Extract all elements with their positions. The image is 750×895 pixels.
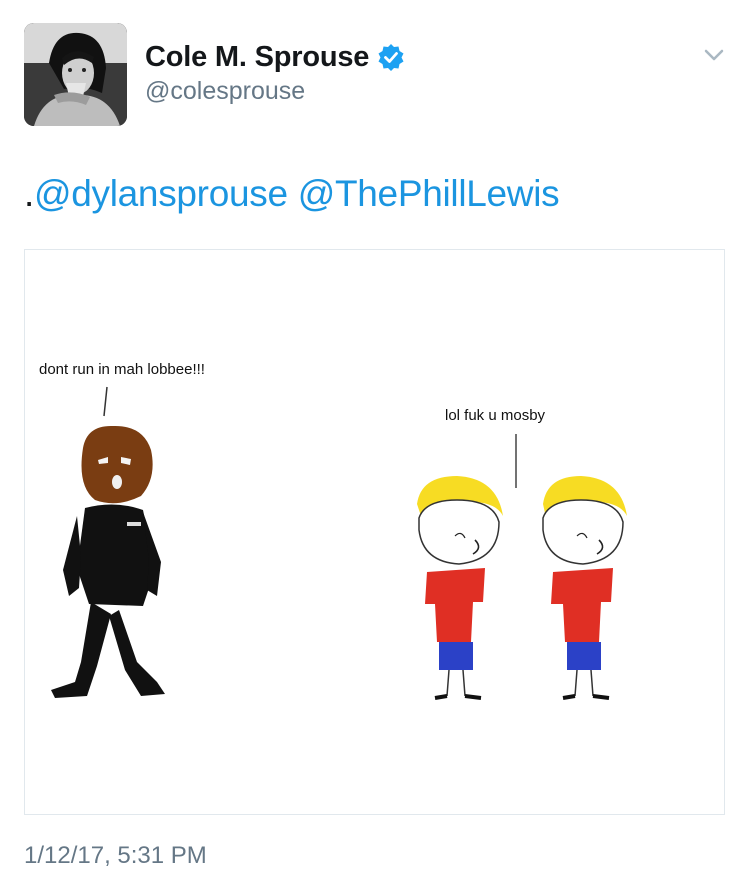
mention-link[interactable]: @ThePhillLewis bbox=[298, 173, 560, 214]
tweet-media-image[interactable]: dont run in mah lobbee!!! lol fuk u mosb… bbox=[24, 249, 725, 815]
speech-text-right: lol fuk u mosby bbox=[445, 407, 546, 424]
tweet-timestamp[interactable]: 1/12/17, 5:31 PM bbox=[24, 842, 207, 870]
avatar[interactable] bbox=[24, 23, 127, 126]
chevron-down-icon[interactable] bbox=[702, 47, 726, 63]
tweet-header: Cole M. Sprouse @colesprouse bbox=[24, 23, 730, 128]
mention-link[interactable]: @dylansprouse bbox=[34, 173, 288, 214]
speech-text-left: dont run in mah lobbee!!! bbox=[39, 361, 205, 378]
verified-badge-icon bbox=[377, 43, 405, 71]
tweet-text-prefix: . bbox=[24, 173, 34, 214]
author-handle[interactable]: @colesprouse bbox=[145, 77, 405, 106]
display-name[interactable]: Cole M. Sprouse bbox=[145, 41, 369, 74]
display-name-row: Cole M. Sprouse bbox=[145, 39, 405, 75]
author-names: Cole M. Sprouse @colesprouse bbox=[145, 39, 405, 106]
tweet-text: .@dylansprouse @ThePhillLewis bbox=[24, 173, 730, 215]
